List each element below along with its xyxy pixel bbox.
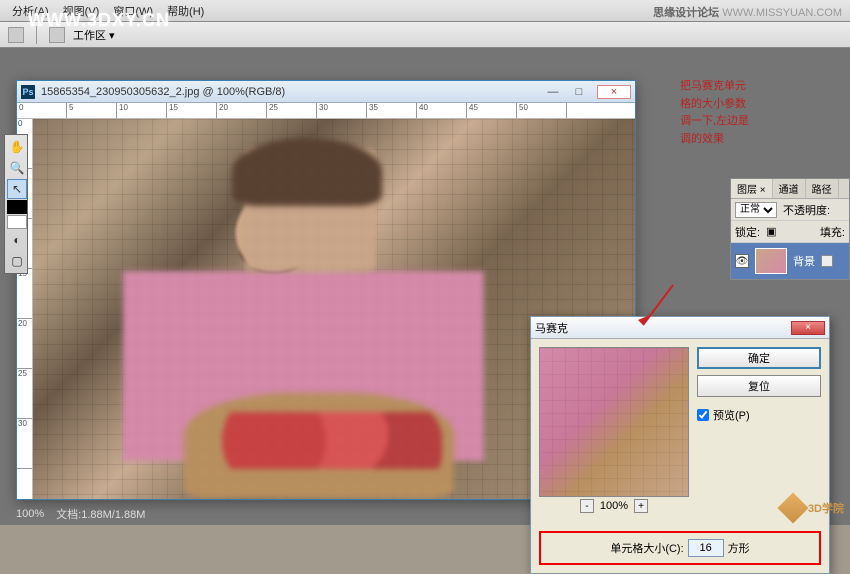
cell-size-row: 单元格大小(C): 方形	[539, 531, 821, 565]
dialog-title: 马赛克	[535, 320, 568, 336]
fill-label: 填充:	[820, 224, 845, 240]
tool-screenmode[interactable]: ▢	[7, 251, 27, 271]
document-titlebar[interactable]: Ps 15865354_230950305632_2.jpg @ 100%(RG…	[17, 81, 635, 103]
tab-paths[interactable]: 路径	[806, 179, 839, 198]
horizontal-ruler: 05101520253035404550	[17, 103, 635, 119]
layers-panel: 图层 × 通道 路径 正常 不透明度: 锁定: ▣ 填充: 👁 背景	[730, 178, 850, 280]
watermark-forum: 思缘设计论坛 WWW.MISSYUAN.COM	[653, 4, 842, 20]
filter-preview[interactable]	[539, 347, 689, 497]
preview-zoom: 100%	[600, 500, 628, 512]
ps-icon: Ps	[21, 85, 35, 99]
panel-tabs: 图层 × 通道 路径	[731, 179, 849, 199]
tool-hand[interactable]: ✋	[7, 137, 27, 157]
tool-swatch-fg[interactable]	[7, 200, 27, 214]
close-button[interactable]: ×	[597, 85, 631, 99]
lock-icon	[821, 255, 833, 267]
tab-channels[interactable]: 通道	[773, 179, 806, 198]
lock-icon[interactable]: ▣	[766, 225, 776, 238]
reset-button[interactable]: 复位	[697, 375, 821, 397]
minimize-button[interactable]: —	[543, 85, 563, 99]
blend-mode-select[interactable]: 正常	[735, 202, 777, 218]
maximize-button[interactable]: □	[569, 85, 589, 99]
opacity-label: 不透明度:	[783, 202, 830, 218]
annotation-arrow	[628, 280, 678, 340]
dialog-titlebar[interactable]: 马赛克 ×	[531, 317, 829, 339]
lock-label: 锁定:	[735, 224, 760, 240]
layer-name: 背景	[793, 253, 815, 269]
mosaic-dialog: 马赛克 × - 100% + 确定 复位 预览(P) 单元格大小(C): 方形	[530, 316, 830, 574]
zoom-level[interactable]: 100%	[16, 508, 44, 520]
document-title: 15865354_230950305632_2.jpg @ 100%(RGB/8…	[41, 86, 537, 98]
annotation-text: 把马赛克单元格的大小参数调一下,左边是调的效果	[680, 78, 820, 148]
dialog-close-button[interactable]: ×	[791, 321, 825, 335]
status-bar: 100% 文档:1.88M/1.88M	[16, 505, 145, 523]
ok-button[interactable]: 确定	[697, 347, 821, 369]
preview-checkbox[interactable]	[697, 409, 709, 421]
tool-zoom[interactable]: 🔍	[7, 158, 27, 178]
cell-size-unit: 方形	[728, 540, 750, 556]
tool-quickmask[interactable]: ◐	[7, 230, 27, 250]
layer-thumbnail	[755, 248, 787, 274]
toolbox: ✋ 🔍 ↖ ◐ ▢	[4, 134, 28, 274]
doc-size: 文档:1.88M/1.88M	[56, 506, 145, 522]
preview-label: 预览(P)	[713, 407, 750, 423]
cell-size-input[interactable]	[688, 539, 724, 557]
tool-swatch-bg[interactable]	[7, 215, 27, 229]
visibility-icon[interactable]: 👁	[735, 254, 749, 268]
cube-icon	[777, 492, 808, 523]
tab-layers[interactable]: 图层 ×	[731, 179, 773, 198]
layer-item-background[interactable]: 👁 背景	[731, 243, 849, 279]
watermark-3dschool: 3D学院	[782, 497, 844, 519]
zoom-out-button[interactable]: -	[580, 499, 594, 513]
preview-checkbox-row[interactable]: 预览(P)	[697, 407, 821, 423]
tool-move[interactable]: ↖	[7, 179, 27, 199]
zoom-in-button[interactable]: +	[634, 499, 648, 513]
watermark-3dxy: WWW.3DXY.CN	[28, 10, 170, 31]
tool-preset-icon[interactable]	[8, 27, 24, 43]
cell-size-label: 单元格大小(C):	[610, 540, 683, 556]
